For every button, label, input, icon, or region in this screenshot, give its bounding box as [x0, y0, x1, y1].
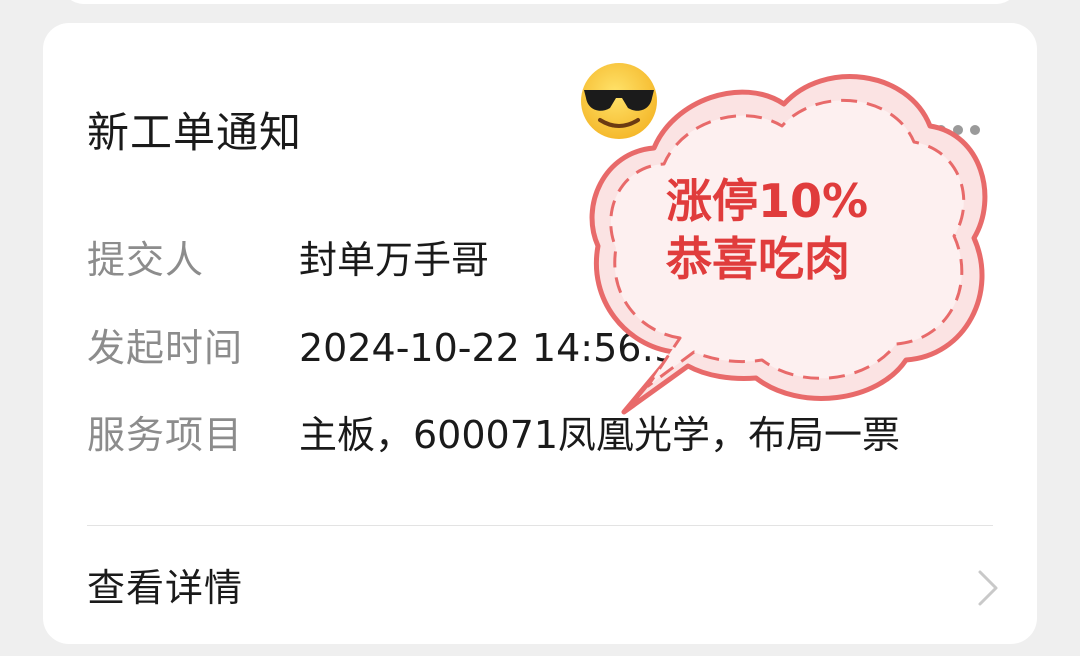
previous-card-edge	[60, 0, 1020, 4]
card-title: 新工单通知	[87, 108, 303, 157]
service-item-label: 服务项目	[87, 413, 244, 457]
sticker-line-1: 涨停10%	[666, 174, 869, 228]
limit-up-sticker: 涨停10% 恭喜吃肉	[578, 60, 990, 430]
sticker-text: 涨停10% 恭喜吃肉	[666, 172, 868, 288]
view-details-link[interactable]: 查看详情	[87, 563, 243, 613]
submitter-value: 封单万手哥	[299, 238, 490, 282]
divider	[87, 525, 993, 526]
submitter-label: 提交人	[87, 238, 205, 282]
sticker-line-2: 恭喜吃肉	[666, 232, 850, 286]
sunglasses-emoji-icon	[581, 63, 657, 139]
chevron-right-icon[interactable]	[970, 568, 1004, 608]
start-time-label: 发起时间	[87, 326, 244, 370]
